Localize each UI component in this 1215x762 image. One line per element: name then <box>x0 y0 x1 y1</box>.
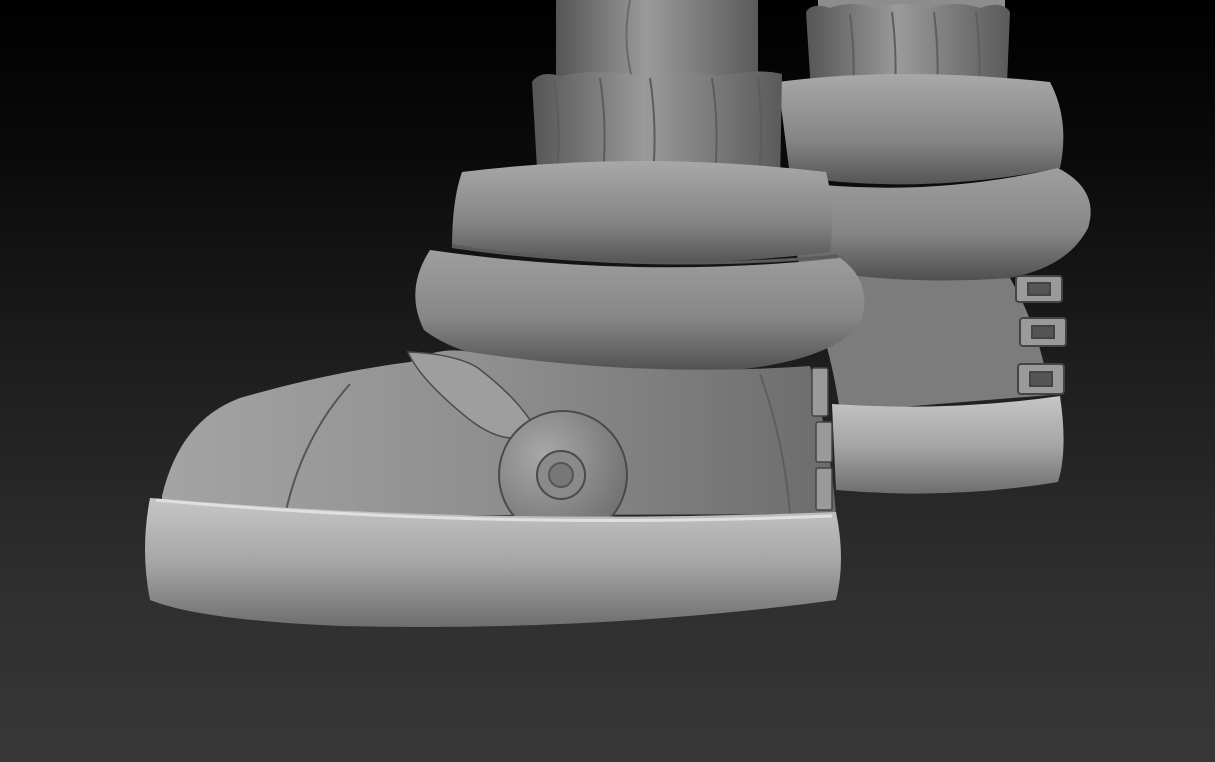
3d-viewport[interactable] <box>0 0 1215 762</box>
front-leg <box>556 0 758 80</box>
front-boot <box>145 0 865 627</box>
front-sole <box>145 498 841 627</box>
sculpt-render <box>145 0 1091 627</box>
front-cuff <box>452 161 833 264</box>
back-cuff <box>778 74 1064 185</box>
back-sole <box>832 396 1064 494</box>
back-buckles <box>1015 275 1067 395</box>
